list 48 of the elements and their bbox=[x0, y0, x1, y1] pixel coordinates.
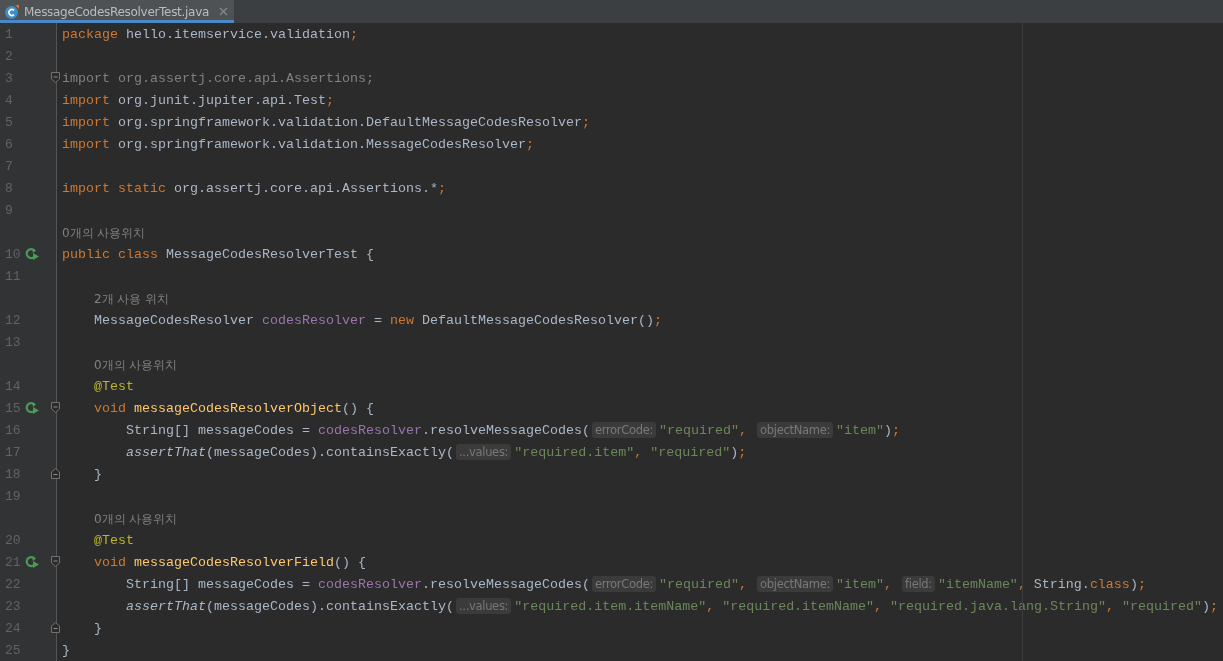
fold-icon[interactable] bbox=[51, 72, 60, 83]
code-text: MessageCodesResolver codesResolver = new DefaultMessageCodesResolver(); bbox=[93, 312, 662, 328]
code-text: } bbox=[93, 620, 102, 636]
code-text: "required", bbox=[659, 576, 749, 592]
code-text: void messageCodesResolverObject() { bbox=[93, 400, 374, 416]
code-text: "item", bbox=[836, 576, 893, 592]
code-text: assertThat(messageCodes).containsExactly( bbox=[125, 444, 454, 460]
code-text: import org.springframework.validation.MessageCodesResolver; bbox=[62, 136, 534, 152]
code-text: package hello.itemservice.validation; bbox=[62, 26, 358, 42]
code-text: } bbox=[62, 642, 70, 658]
run-icon[interactable] bbox=[24, 401, 40, 415]
parameter-hint: ...values: bbox=[455, 598, 512, 614]
code-text: public class MessageCodesResolverTest { bbox=[62, 246, 374, 262]
code-text: import org.assertj.core.api.Assertions; bbox=[62, 70, 374, 86]
code-text: "required", bbox=[659, 422, 749, 438]
parameter-hint: objectName: bbox=[757, 576, 833, 592]
usage-hint[interactable]: 0개의 사용위치 bbox=[94, 357, 178, 372]
run-icon[interactable] bbox=[24, 555, 40, 569]
fold-icon[interactable] bbox=[51, 622, 60, 633]
usage-hint[interactable]: 2개 사용 위치 bbox=[94, 291, 170, 306]
parameter-hint: field: bbox=[902, 576, 935, 592]
code-text: import static org.assertj.core.api.Assertions.*; bbox=[62, 180, 446, 196]
code-text: "itemName", String.class); bbox=[937, 576, 1146, 592]
editor-tab[interactable]: MessageCodesResolverTest.java bbox=[0, 0, 234, 23]
code-text: import org.springframework.validation.DefaultMessageCodesResolver; bbox=[62, 114, 590, 130]
code-text: } bbox=[93, 466, 102, 482]
fold-icon[interactable] bbox=[51, 468, 60, 479]
code-text: @Test bbox=[93, 378, 134, 394]
code-text: "required.item", "required"); bbox=[514, 444, 747, 460]
fold-icon[interactable] bbox=[51, 556, 60, 567]
code-text: "item"); bbox=[836, 422, 900, 438]
class-icon bbox=[4, 3, 20, 20]
parameter-hint: ...values: bbox=[455, 444, 512, 460]
code-text: String[] messageCodes = codesResolver.resolveMessageCodes( bbox=[125, 576, 590, 592]
fold-icon[interactable] bbox=[51, 402, 60, 413]
parameter-hint: errorCode: bbox=[591, 422, 657, 438]
close-icon[interactable] bbox=[219, 7, 228, 16]
usage-hint[interactable]: 0개의 사용위치 bbox=[62, 225, 146, 240]
parameter-hint: errorCode: bbox=[591, 576, 657, 592]
code-text: assertThat(messageCodes).containsExactly( bbox=[125, 598, 454, 614]
code-text: void messageCodesResolverField() { bbox=[93, 554, 366, 570]
code-text: import org.junit.jupiter.api.Test; bbox=[62, 92, 334, 108]
usage-hint[interactable]: 0개의 사용위치 bbox=[94, 511, 178, 526]
run-icon[interactable] bbox=[24, 247, 40, 261]
parameter-hint: objectName: bbox=[757, 422, 833, 438]
code-text: @Test bbox=[93, 532, 134, 548]
code-text: String[] messageCodes = codesResolver.resolveMessageCodes( bbox=[125, 422, 590, 438]
code-text: "required.item.itemName", "required.itemName", "required.java.lang.String", "required"); bbox=[514, 598, 1219, 614]
